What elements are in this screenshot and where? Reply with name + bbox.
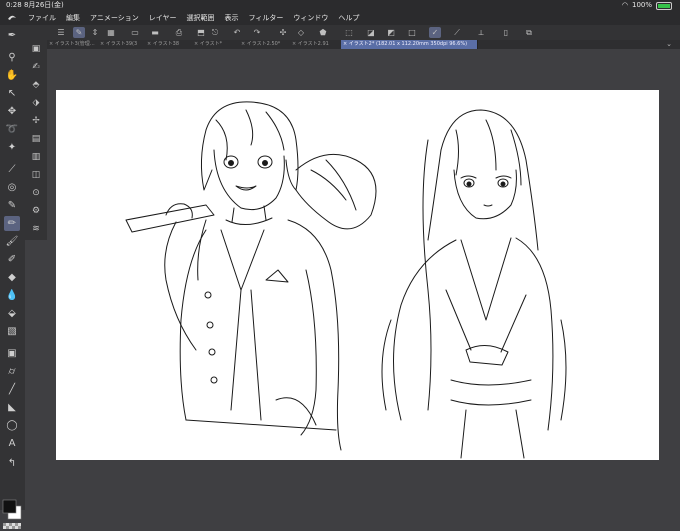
ruler-icon[interactable]: ◣ [4, 400, 20, 415]
menu-view[interactable]: 表示 [225, 11, 239, 25]
pen-icon[interactable]: ✎ [4, 198, 20, 213]
app-logo-icon[interactable] [6, 12, 18, 24]
share-icon[interactable]: ⎋ [209, 27, 221, 38]
pen-mode-icon[interactable]: ✎ [73, 27, 85, 38]
subtool-icon[interactable]: ▥ [29, 150, 43, 164]
canvas-tab[interactable]: × イラスト3(管理… [47, 40, 100, 49]
save-icon[interactable]: ⎙ [173, 27, 185, 38]
battery-icon [656, 1, 672, 10]
gradient-icon[interactable]: ▧ [4, 324, 20, 339]
main-color-swatch [2, 499, 17, 514]
subtool-icon[interactable]: ⚙ [29, 204, 43, 218]
snap-ruler-icon[interactable]: ✓ [429, 27, 441, 38]
subtool-icon[interactable]: ⊙ [29, 186, 43, 200]
snap-special-icon[interactable]: ⟋ [451, 27, 463, 38]
color-well[interactable] [2, 498, 22, 531]
canvas-tab[interactable]: × イラスト* [192, 40, 241, 49]
frame-icon[interactable]: ▣ [4, 346, 20, 361]
text-icon[interactable]: A [4, 436, 20, 451]
crop-icon[interactable]: □ [406, 27, 418, 38]
sketch-artwork [125, 101, 567, 459]
canvas-tab-bar: × イラスト3(管理… × イラスト39(3 × イラスト38 × イラスト* … [47, 40, 680, 49]
brush-icon[interactable]: 🖌 [4, 234, 20, 249]
operation-icon[interactable]: ↖ [4, 86, 20, 101]
canvas-tab[interactable]: × イラスト38 [145, 40, 194, 49]
subtool-icon[interactable]: ◫ [29, 168, 43, 182]
menu-edit[interactable]: 編集 [66, 11, 80, 25]
eyedropper-icon[interactable]: ⟋ [4, 162, 20, 177]
spin-arrows-icon[interactable]: ⇕ [89, 27, 101, 38]
eraser-icon[interactable]: ◆ [4, 270, 20, 285]
menu-layer[interactable]: レイヤー [149, 11, 177, 25]
transparent-swatch [3, 523, 21, 529]
tool-bar: ✒ ⚲ ✋ ↖ ✥ ➰ ✦ ⟋ ◎ ✎ ✏ 🖌 ✐ ◆ 💧 ⬙ ▧ ▣ ⌭ ╱ … [0, 25, 25, 529]
bucket-icon[interactable]: ⬟ [317, 27, 329, 38]
menu-file[interactable]: ファイル [28, 11, 56, 25]
hand-icon[interactable]: ✋ [4, 68, 20, 83]
smartphone-icon[interactable]: ⧉ [523, 27, 535, 38]
fill-icon[interactable]: ◇ [295, 27, 307, 38]
clear-icon[interactable]: ✣ [277, 27, 289, 38]
canvas-tab[interactable]: × イラスト2.91 [290, 40, 343, 49]
move-layer-icon[interactable]: ✥ [4, 104, 20, 119]
status-right: ◠ 100% [622, 0, 672, 11]
magic-wand-icon[interactable]: ✦ [4, 140, 20, 155]
companion-icon[interactable]: ▯ [500, 27, 512, 38]
layers-icon[interactable]: ≋ [29, 222, 43, 236]
redo-icon[interactable]: ↷ [251, 27, 263, 38]
blend-icon[interactable]: 💧 [4, 288, 20, 303]
wifi-icon: ◠ [621, 1, 628, 9]
menu-list: ファイル 編集 アニメーション レイヤー 選択範囲 表示 フィルター ウィンドウ… [28, 11, 359, 25]
battery-fill [658, 3, 670, 8]
subtool-icon[interactable]: ✢ [29, 114, 43, 128]
canvas-tab[interactable]: × イラスト2.50* [239, 40, 292, 49]
character-right-sketch [381, 109, 567, 459]
lasso-icon[interactable]: ➰ [4, 122, 20, 137]
character-left-sketch [125, 101, 377, 451]
invert-icon[interactable]: ◩ [385, 27, 397, 38]
status-time-date: 0:28 8月26日(金) [6, 1, 64, 9]
command-bar: ☰ ✎ ⇕ ▦ ▭ ▬ ⎙ ⬒ ⎋ ↶ ↷ ✣ ◇ ⬟ ⬚ ◪ ◩ □ ✓ ⟋ … [25, 25, 680, 40]
pencil-icon[interactable]: ✏ [4, 216, 20, 231]
subtool-icon[interactable]: ▤ [29, 132, 43, 146]
hamburger-menu-icon[interactable]: ☰ [55, 27, 67, 38]
menu-bar: ファイル 編集 アニメーション レイヤー 選択範囲 表示 フィルター ウィンドウ… [0, 11, 680, 25]
subtool-icon[interactable]: ✍ [29, 60, 43, 74]
new-file-icon[interactable]: ▭ [129, 27, 141, 38]
canvas-tab[interactable]: × イラスト39(3 [98, 40, 147, 49]
balloon-icon[interactable]: ◯ [4, 418, 20, 433]
menu-filter[interactable]: フィルター [249, 11, 284, 25]
menu-selection[interactable]: 選択範囲 [187, 11, 215, 25]
select-all-icon[interactable]: ⬚ [343, 27, 355, 38]
menu-help[interactable]: ヘルプ [338, 11, 359, 25]
pen-tool-icon[interactable]: ✒ [4, 28, 20, 43]
export-icon[interactable]: ⬒ [195, 27, 207, 38]
transparency-icon[interactable]: ◎ [4, 180, 20, 195]
ios-status-bar: 0:28 8月26日(金) ◠ 100% [0, 0, 680, 11]
subtool-icon[interactable]: ⬘ [29, 78, 43, 92]
open-folder-icon[interactable]: ▬ [149, 27, 161, 38]
menu-animation[interactable]: アニメーション [90, 11, 139, 25]
airbrush-icon[interactable]: ✐ [4, 252, 20, 267]
sub-tool-panel: ▣ ✍ ⬘ ⬗ ✢ ▤ ▥ ◫ ⊙ ⚙ ≋ [25, 40, 47, 240]
snap-grid-icon[interactable]: ⟂ [475, 27, 487, 38]
deselect-icon[interactable]: ◪ [365, 27, 377, 38]
canvas-tab-active[interactable]: × イラスト2* (182.01 x 112.20mm 350dpi 96.6%… [341, 40, 478, 49]
menu-window[interactable]: ウィンドウ [293, 11, 328, 25]
chevron-down-icon[interactable]: ⌄ [666, 40, 672, 49]
zoom-icon[interactable]: ⚲ [4, 50, 20, 65]
undo-icon[interactable]: ↶ [231, 27, 243, 38]
subtool-icon[interactable]: ⬗ [29, 96, 43, 110]
line-icon[interactable]: ╱ [4, 382, 20, 397]
grid-icon[interactable]: ▦ [105, 27, 117, 38]
fill-bucket-icon[interactable]: ⬙ [4, 306, 20, 321]
correct-line-icon[interactable]: ↰ [4, 456, 20, 471]
panel-toggle-icon[interactable]: ▣ [29, 42, 43, 56]
drawing-canvas[interactable] [56, 90, 659, 460]
battery-text: 100% [631, 1, 652, 9]
cylinder-icon[interactable]: ⌭ [4, 364, 20, 379]
